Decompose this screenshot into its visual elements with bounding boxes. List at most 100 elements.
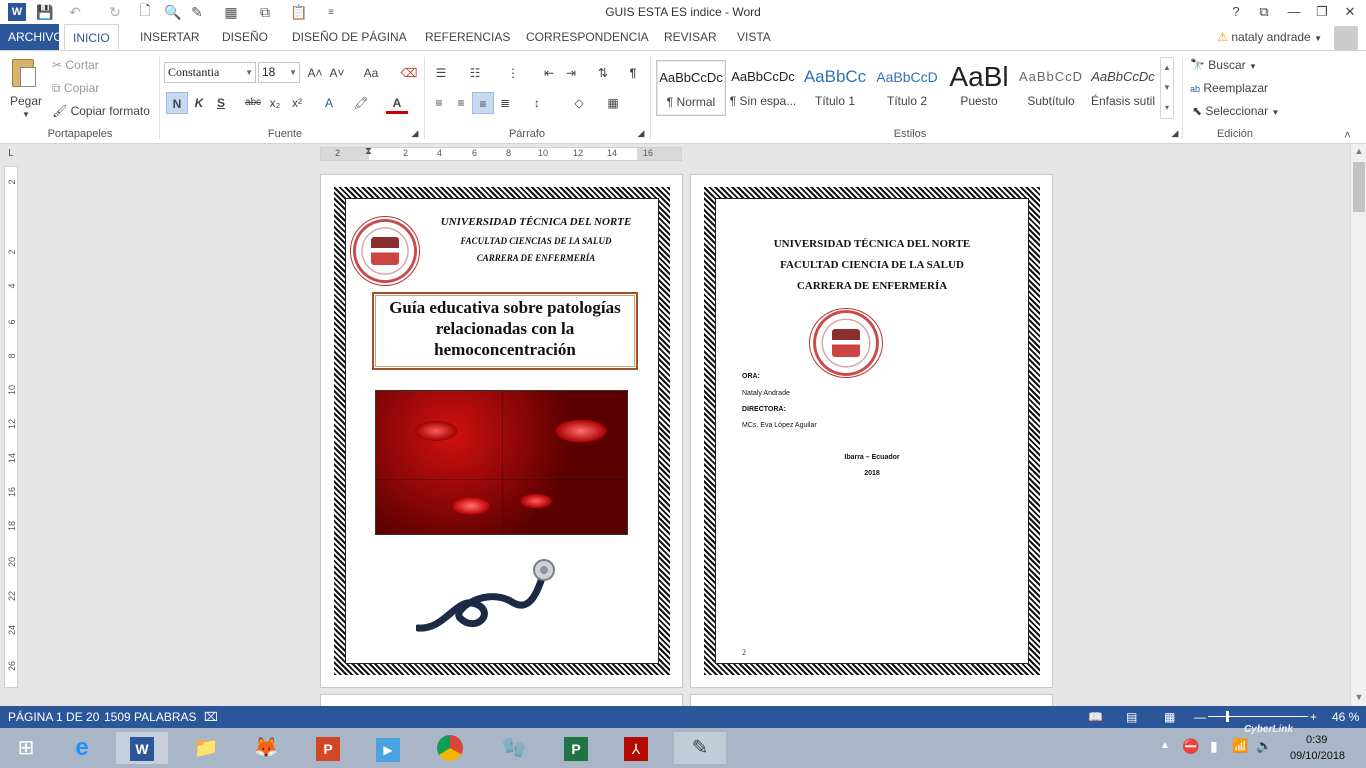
tray-security-icon[interactable]: ⛔ <box>1182 738 1199 755</box>
align-left-icon[interactable]: ≡ <box>428 92 450 114</box>
media-player-icon[interactable]: ▶ <box>362 732 414 764</box>
line-spacing-icon[interactable]: ↕ <box>526 92 548 114</box>
horizontal-ruler[interactable]: 2 2 4 6 8 10 12 14 16 ⧗ <box>320 146 682 161</box>
powerpoint-icon[interactable]: P <box>302 732 354 764</box>
firefox-icon[interactable]: 🦊 <box>240 732 292 764</box>
word-count-status[interactable]: 1509 PALABRAS <box>104 710 197 724</box>
scroll-up-icon[interactable]: ▲ <box>1351 146 1366 156</box>
select-button[interactable]: ⬉ Seleccionar ▼ <box>1192 101 1279 121</box>
internet-explorer-icon[interactable]: e <box>56 732 108 764</box>
style-subtle-emphasis[interactable]: AaBbCcDc Énfasis sutil <box>1088 60 1158 116</box>
style-no-spacing[interactable]: AaBbCcDc ¶ Sin espa... <box>728 60 798 116</box>
maximize-button[interactable]: ❐ <box>1308 2 1336 22</box>
document-page-3[interactable] <box>320 694 683 706</box>
decrease-indent-icon[interactable]: ⇤ <box>538 62 560 84</box>
tab-review[interactable]: REVISAR <box>656 24 725 50</box>
file-explorer-icon[interactable]: 📁 <box>180 732 232 764</box>
grow-font-button[interactable]: A˄ <box>304 62 326 84</box>
replace-button[interactable]: ab Reemplazar <box>1190 78 1268 98</box>
start-button-icon[interactable]: ⊞ <box>0 732 52 764</box>
paste-chevron-icon[interactable]: ▼ <box>22 105 30 125</box>
zoom-out-icon[interactable]: — <box>1194 710 1206 724</box>
font-name-combo[interactable]: Constantia ▼ <box>164 62 256 83</box>
style-subtitle[interactable]: AaBbCcD Subtítulo <box>1016 60 1086 116</box>
bold-button[interactable]: N <box>166 92 188 114</box>
tray-volume-icon[interactable]: 🔊 <box>1256 738 1272 754</box>
minimize-button[interactable]: — <box>1280 2 1308 22</box>
collapse-ribbon-icon[interactable]: ˄ <box>1344 128 1351 142</box>
justify-icon[interactable]: ≣ <box>494 92 516 114</box>
cut-button[interactable]: ✂ Cortar <box>52 55 99 75</box>
font-dialog-launcher-icon[interactable]: ◢ <box>408 126 422 140</box>
tab-file[interactable]: ARCHIVO <box>0 24 63 50</box>
close-button[interactable]: ✕ <box>1336 2 1364 22</box>
read-mode-icon[interactable]: 📖 <box>1088 710 1103 724</box>
paragraph-dialog-launcher-icon[interactable]: ◢ <box>634 126 648 140</box>
page-count-status[interactable]: PÁGINA 1 DE 20 <box>8 710 99 724</box>
sort-icon[interactable]: ⇅ <box>592 62 614 84</box>
change-case-button[interactable]: Aa <box>356 62 386 84</box>
avatar[interactable] <box>1334 26 1358 50</box>
glove-app-icon[interactable]: 🧤 <box>488 732 540 764</box>
help-button[interactable]: ? <box>1222 2 1250 22</box>
align-center-icon[interactable]: ≡ <box>450 92 472 114</box>
vertical-ruler[interactable]: 2 2 4 6 8 10 12 14 16 18 20 22 24 26 <box>4 166 18 688</box>
document-page-4[interactable] <box>690 694 1053 706</box>
proofing-icon[interactable]: ⌧ <box>204 710 218 724</box>
print-layout-icon[interactable]: ▤ <box>1126 710 1137 724</box>
web-layout-icon[interactable]: ▦ <box>1164 710 1175 724</box>
styles-dialog-launcher-icon[interactable]: ◢ <box>1168 126 1182 140</box>
zoom-in-icon[interactable]: + <box>1310 710 1317 724</box>
paste-icon[interactable] <box>10 57 40 91</box>
scroll-thumb[interactable] <box>1353 162 1365 212</box>
copy-button[interactable]: ⧉ Copiar <box>52 78 99 98</box>
show-marks-button[interactable]: ¶ <box>622 62 644 84</box>
align-right-icon[interactable]: ≡ <box>472 92 494 114</box>
tray-network-icon[interactable]: 📶 <box>1232 738 1248 754</box>
tab-selector[interactable]: L <box>4 147 18 161</box>
shrink-font-button[interactable]: A˅ <box>326 62 348 84</box>
clock-date[interactable]: 09/10/2018 <box>1290 750 1345 762</box>
zoom-slider[interactable] <box>1208 716 1308 717</box>
style-normal[interactable]: AaBbCcDc ¶ Normal <box>656 60 726 116</box>
font-color-icon[interactable]: A <box>386 92 408 114</box>
subscript-button[interactable]: x₂ <box>264 92 286 114</box>
app-icon[interactable]: ✎ <box>674 732 726 764</box>
tab-design[interactable]: DISEÑO <box>214 24 276 50</box>
vertical-scrollbar[interactable]: ▲ ▼ <box>1350 144 1366 706</box>
chrome-icon[interactable] <box>424 732 476 764</box>
indent-marker-icon[interactable]: ⧗ <box>365 146 372 157</box>
style-heading-1[interactable]: AaBbCc Título 1 <box>800 60 870 116</box>
word-taskbar-icon[interactable]: W <box>116 732 168 764</box>
tab-insert[interactable]: INSERTAR <box>132 24 208 50</box>
numbering-icon[interactable]: ☷ <box>464 62 486 84</box>
strikethrough-button[interactable]: abc <box>242 92 264 114</box>
styles-gallery-scroll[interactable]: ▲ ▼ ▾ <box>1160 57 1174 119</box>
underline-button[interactable]: S <box>210 92 232 114</box>
zoom-level[interactable]: 46 % <box>1332 710 1359 724</box>
tab-home[interactable]: INICIO <box>64 24 119 50</box>
tab-mailings[interactable]: CORRESPONDENCIA <box>518 24 657 50</box>
tab-page-layout[interactable]: DISEÑO DE PÁGINA <box>284 24 415 50</box>
text-effects-icon[interactable]: A <box>318 92 340 114</box>
superscript-button[interactable]: x² <box>286 92 308 114</box>
italic-button[interactable]: K <box>188 92 210 114</box>
format-painter-button[interactable]: 🖌 Copiar formato <box>52 101 150 121</box>
scroll-down-icon[interactable]: ▼ <box>1351 692 1366 702</box>
font-size-combo[interactable]: 18 ▼ <box>258 62 300 83</box>
bullets-icon[interactable]: ☰ <box>430 62 452 84</box>
acrobat-icon[interactable]: ⅄ <box>610 732 662 764</box>
style-title[interactable]: AaBl Puesto <box>944 60 1014 116</box>
shading-icon[interactable]: ◇ <box>568 92 590 114</box>
ribbon-display-button[interactable]: ⧉ <box>1250 2 1278 22</box>
increase-indent-icon[interactable]: ⇥ <box>560 62 582 84</box>
tray-battery-icon[interactable]: ▮ <box>1210 738 1218 755</box>
tab-view[interactable]: VISTA <box>729 24 779 50</box>
clear-format-icon[interactable]: ⌫ <box>398 62 420 84</box>
tray-chevron-icon[interactable]: ▲ <box>1160 740 1170 751</box>
user-account[interactable]: ⚠ nataly andrade ▼ <box>1217 24 1322 50</box>
highlight-icon[interactable]: 🖍 <box>350 92 372 114</box>
project-icon[interactable]: P <box>550 732 602 764</box>
style-heading-2[interactable]: AaBbCcD Título 2 <box>872 60 942 116</box>
tab-references[interactable]: REFERENCIAS <box>417 24 518 50</box>
